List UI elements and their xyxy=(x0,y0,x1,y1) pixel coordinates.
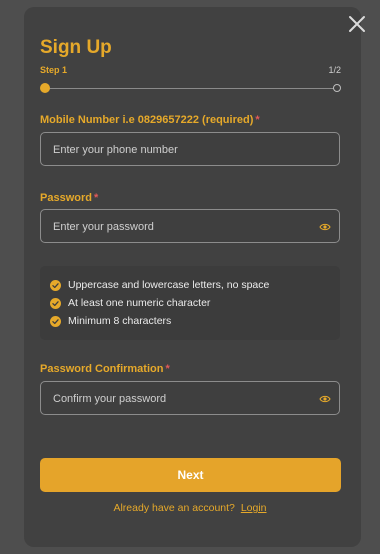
confirm-password-field[interactable] xyxy=(40,381,340,416)
requirement-text: Minimum 8 characters xyxy=(68,315,172,327)
confirm-label-text: Password Confirmation xyxy=(40,363,164,375)
eye-icon[interactable] xyxy=(319,393,331,405)
required-marker: * xyxy=(255,114,260,126)
login-prompt: Already have an account? Login xyxy=(0,502,380,514)
eye-icon[interactable] xyxy=(319,221,331,233)
required-marker: * xyxy=(93,192,99,204)
login-link[interactable]: Login xyxy=(241,502,267,514)
login-prompt-text: Already have an account? xyxy=(113,502,235,514)
mobile-input[interactable] xyxy=(51,133,305,167)
page-title: Sign Up xyxy=(40,37,112,58)
requirement-item: Uppercase and lowercase letters, no spac… xyxy=(50,279,269,291)
progress-dot-next xyxy=(333,84,341,92)
mobile-label: Mobile Number i.e 0829657222 (required) * xyxy=(40,114,260,126)
password-label: Password * xyxy=(40,192,98,204)
mobile-field[interactable] xyxy=(40,132,340,167)
check-circle-icon xyxy=(50,279,61,291)
required-marker: * xyxy=(165,363,170,375)
password-requirements: Uppercase and lowercase letters, no spac… xyxy=(40,266,340,340)
password-label-text: Password xyxy=(40,192,92,204)
next-button[interactable]: Next xyxy=(40,458,341,492)
check-circle-icon xyxy=(50,297,61,309)
password-field[interactable] xyxy=(40,209,340,244)
progress-dot-current xyxy=(40,83,50,93)
mobile-label-text: Mobile Number i.e 0829657222 (required) xyxy=(40,114,254,126)
requirement-text: Uppercase and lowercase letters, no spac… xyxy=(68,279,270,291)
step-label: Step 1 xyxy=(40,65,68,75)
password-input[interactable] xyxy=(51,210,305,244)
requirement-item: Minimum 8 characters xyxy=(50,315,171,327)
progress-track xyxy=(46,87,335,89)
confirm-label: Password Confirmation * xyxy=(40,363,170,375)
step-progress xyxy=(40,82,341,94)
close-icon[interactable] xyxy=(346,13,368,35)
check-circle-icon xyxy=(50,315,61,327)
step-indicator: Step 1 1/2 xyxy=(40,65,341,75)
step-count: 1/2 xyxy=(328,65,341,75)
requirement-item: At least one numeric character xyxy=(50,297,210,309)
confirm-password-input[interactable] xyxy=(51,382,305,416)
requirement-text: At least one numeric character xyxy=(68,297,211,309)
